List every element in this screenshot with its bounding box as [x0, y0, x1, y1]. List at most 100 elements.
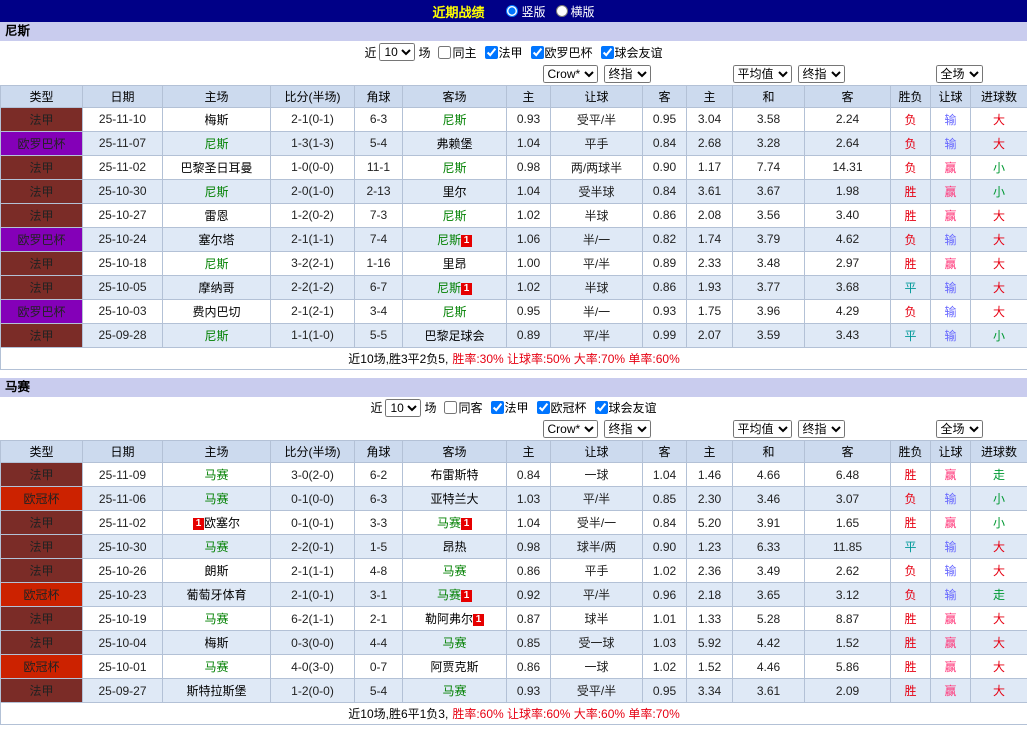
filter-checkbox-label: 欧罗巴杯 [545, 44, 593, 61]
team-link[interactable]: 塞尔塔 [198, 233, 234, 247]
filter-checkbox[interactable]: 欧冠杯 [532, 399, 587, 416]
team-link[interactable]: 马赛 [437, 588, 461, 602]
score-cell[interactable]: 0-3(0-0) [271, 631, 355, 655]
team-link[interactable]: 马赛 [437, 516, 461, 530]
team-link[interactable]: 弗赖堡 [436, 137, 472, 151]
team-link[interactable]: 费内巴切 [192, 305, 240, 319]
filter-checkbox-input[interactable] [485, 46, 498, 59]
filter-checkbox[interactable]: 法甲 [486, 399, 529, 416]
team-link[interactable]: 尼斯 [442, 113, 466, 127]
filter-checkbox-input[interactable] [438, 46, 451, 59]
filter-checkbox[interactable]: 同主 [433, 44, 476, 61]
euro-odds-cell: 3.65 [733, 583, 805, 607]
filter-checkbox-input[interactable] [491, 401, 504, 414]
full-match-select[interactable]: 全场 [936, 420, 983, 438]
column-header: 角球 [355, 85, 403, 107]
layout-option-horizontal[interactable]: 横版 [556, 3, 595, 20]
filter-checkbox[interactable]: 球会友谊 [596, 44, 663, 61]
euro-final-odds-select[interactable]: 终指 [798, 65, 845, 83]
team-link[interactable]: 昂热 [442, 540, 466, 554]
filter-checkbox-input[interactable] [444, 401, 457, 414]
score-cell[interactable]: 2-1(0-1) [271, 107, 355, 131]
team-link[interactable]: 马赛 [204, 612, 228, 626]
full-match-select[interactable]: 全场 [936, 65, 983, 83]
team-link[interactable]: 梅斯 [204, 113, 228, 127]
team-link[interactable]: 里尔 [442, 185, 466, 199]
team-link[interactable]: 尼斯 [204, 137, 228, 151]
team-link[interactable]: 里昂 [442, 257, 466, 271]
team-link[interactable]: 尼斯 [442, 209, 466, 223]
filter-checkbox[interactable]: 欧罗巴杯 [526, 44, 593, 61]
score-cell[interactable]: 6-2(1-1) [271, 607, 355, 631]
filter-checkbox-input[interactable] [595, 401, 608, 414]
team-link[interactable]: 布雷斯特 [430, 468, 478, 482]
odds-company-select[interactable]: Crow* [543, 420, 598, 438]
asia-final-odds-select[interactable]: 终指 [604, 420, 651, 438]
team-link[interactable]: 尼斯 [204, 329, 228, 343]
team-link[interactable]: 朗斯 [204, 564, 228, 578]
filter-checkbox[interactable]: 球会友谊 [590, 399, 657, 416]
euro-final-odds-select[interactable]: 终指 [798, 420, 845, 438]
filter-checkbox[interactable]: 同客 [439, 399, 482, 416]
score-cell[interactable]: 1-1(1-0) [271, 323, 355, 347]
score-cell[interactable]: 3-2(2-1) [271, 251, 355, 275]
score-cell[interactable]: 2-1(1-1) [271, 227, 355, 251]
team-link[interactable]: 雷恩 [204, 209, 228, 223]
team-link[interactable]: 尼斯 [442, 161, 466, 175]
team-link[interactable]: 亚特兰大 [430, 492, 478, 506]
filter-checkbox-input[interactable] [531, 46, 544, 59]
date-cell: 25-09-28 [83, 323, 163, 347]
team-link[interactable]: 尼斯 [437, 233, 461, 247]
score-cell[interactable]: 4-0(3-0) [271, 655, 355, 679]
average-odds-select[interactable]: 平均值 [733, 65, 792, 83]
team-link[interactable]: 马赛 [204, 468, 228, 482]
asia-final-odds-select[interactable]: 终指 [604, 65, 651, 83]
score-cell[interactable]: 1-2(0-0) [271, 679, 355, 703]
score-cell[interactable]: 2-2(0-1) [271, 535, 355, 559]
team-link[interactable]: 巴黎圣日耳曼 [180, 161, 252, 175]
filter-checkbox[interactable]: 法甲 [480, 44, 523, 61]
match-count-select[interactable]: 10 [379, 43, 415, 61]
team-link[interactable]: 马赛 [204, 660, 228, 674]
team-link[interactable]: 尼斯 [437, 281, 461, 295]
result-cell: 输 [931, 583, 971, 607]
score-cell[interactable]: 1-2(0-2) [271, 203, 355, 227]
score-cell[interactable]: 3-0(2-0) [271, 463, 355, 487]
team-link[interactable]: 尼斯 [204, 257, 228, 271]
score-cell[interactable]: 0-1(0-1) [271, 511, 355, 535]
score-cell[interactable]: 2-1(1-1) [271, 559, 355, 583]
asia-odds-cell: 0.86 [507, 655, 551, 679]
team-link[interactable]: 马赛 [442, 684, 466, 698]
score-cell[interactable]: 2-2(1-2) [271, 275, 355, 299]
score-cell[interactable]: 1-3(1-3) [271, 131, 355, 155]
team-link[interactable]: 欧塞尔 [204, 516, 240, 530]
team-link[interactable]: 马赛 [442, 564, 466, 578]
team-link[interactable]: 尼斯 [204, 185, 228, 199]
competition-cell: 法甲 [1, 607, 83, 631]
team-link[interactable]: 阿贾克斯 [430, 660, 478, 674]
team-link[interactable]: 马赛 [204, 540, 228, 554]
score-cell[interactable]: 0-1(0-0) [271, 487, 355, 511]
team-link[interactable]: 马赛 [204, 492, 228, 506]
filter-checkbox-input[interactable] [537, 401, 550, 414]
team-link[interactable]: 巴黎足球会 [424, 329, 484, 343]
odds-company-select[interactable]: Crow* [543, 65, 598, 83]
filter-checkbox-input[interactable] [601, 46, 614, 59]
score-cell[interactable]: 2-0(1-0) [271, 179, 355, 203]
radio-vertical-input[interactable] [506, 5, 518, 17]
team-link[interactable]: 尼斯 [442, 305, 466, 319]
team-link[interactable]: 斯特拉斯堡 [186, 684, 246, 698]
score-cell[interactable]: 1-0(0-0) [271, 155, 355, 179]
team-link[interactable]: 马赛 [442, 636, 466, 650]
team-link[interactable]: 摩纳哥 [198, 281, 234, 295]
layout-option-vertical[interactable]: 竖版 [506, 3, 545, 20]
match-row: 法甲25-09-28尼斯1-1(1-0)5-5巴黎足球会0.89平/半0.992… [1, 323, 1027, 347]
score-cell[interactable]: 2-1(2-1) [271, 299, 355, 323]
score-cell[interactable]: 2-1(0-1) [271, 583, 355, 607]
match-count-select[interactable]: 10 [385, 399, 421, 417]
team-link[interactable]: 葡萄牙体育 [186, 588, 246, 602]
radio-horizontal-input[interactable] [556, 5, 568, 17]
average-odds-select[interactable]: 平均值 [733, 420, 792, 438]
team-link[interactable]: 梅斯 [204, 636, 228, 650]
team-link[interactable]: 勒阿弗尔 [425, 612, 473, 626]
